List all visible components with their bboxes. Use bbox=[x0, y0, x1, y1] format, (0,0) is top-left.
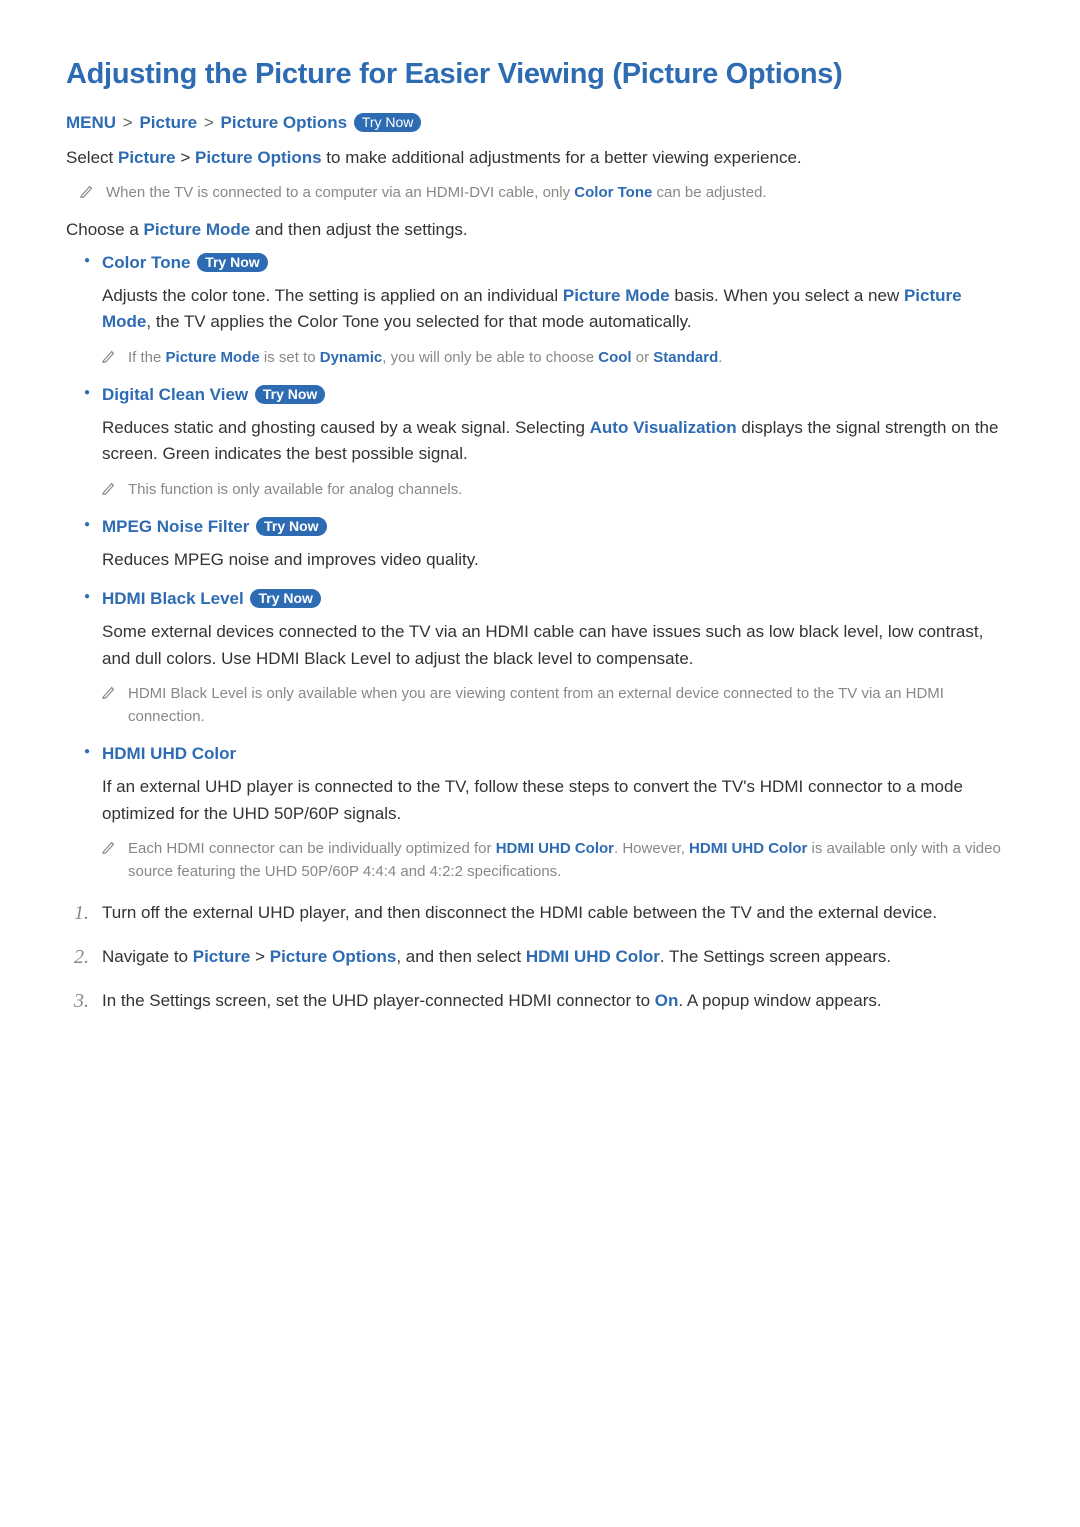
text: . The Settings screen appears. bbox=[660, 947, 891, 966]
text: Select bbox=[66, 148, 118, 167]
text: If the bbox=[128, 349, 166, 366]
text: . A popup window appears. bbox=[678, 991, 881, 1010]
text: Reduces static and ghosting caused by a … bbox=[102, 418, 590, 437]
breadcrumb: MENU > Picture > Picture Options Try Now bbox=[66, 113, 1014, 133]
text: In the Settings screen, set the UHD play… bbox=[102, 991, 655, 1010]
try-now-button[interactable]: Try Now bbox=[197, 253, 267, 272]
hl-color-tone: Color Tone bbox=[574, 184, 652, 201]
option-hdmi-black-level: HDMI Black Level Try Now Some external d… bbox=[66, 589, 1014, 728]
note-text: Each HDMI connector can be individually … bbox=[128, 837, 1014, 884]
hl-picture-mode: Picture Mode bbox=[563, 286, 670, 305]
note-icon bbox=[80, 184, 94, 203]
option-title: Color Tone Try Now bbox=[102, 253, 1014, 273]
options-list: Color Tone Try Now Adjusts the color ton… bbox=[66, 253, 1014, 884]
try-now-button[interactable]: Try Now bbox=[256, 517, 326, 536]
breadcrumb-separator: > bbox=[204, 113, 214, 132]
option-title-text: HDMI UHD Color bbox=[102, 744, 236, 763]
hl-dynamic: Dynamic bbox=[320, 349, 383, 366]
hl-picture: Picture bbox=[193, 947, 251, 966]
breadcrumb-picture: Picture bbox=[139, 113, 197, 132]
text: and then adjust the settings. bbox=[250, 220, 467, 239]
note-text: When the TV is connected to a computer v… bbox=[106, 181, 767, 204]
option-color-tone: Color Tone Try Now Adjusts the color ton… bbox=[66, 253, 1014, 369]
note: Each HDMI connector can be individually … bbox=[102, 837, 1014, 884]
page-title: Adjusting the Picture for Easier Viewing… bbox=[66, 58, 1014, 91]
text: basis. When you select a new bbox=[670, 286, 904, 305]
try-now-button[interactable]: Try Now bbox=[255, 385, 325, 404]
note-text: This function is only available for anal… bbox=[128, 478, 462, 501]
hl-hdmi-uhd-color: HDMI UHD Color bbox=[689, 840, 807, 857]
hl-hdmi-uhd-color: HDMI UHD Color bbox=[526, 947, 660, 966]
steps-list: Turn off the external UHD player, and th… bbox=[66, 900, 1014, 1015]
text: or bbox=[632, 349, 654, 366]
step-2: Navigate to Picture > Picture Options, a… bbox=[66, 944, 1014, 970]
hl-picture-mode: Picture Mode bbox=[144, 220, 251, 239]
hl-cool: Cool bbox=[598, 349, 631, 366]
breadcrumb-separator: > bbox=[123, 113, 133, 132]
hl-picture-options: Picture Options bbox=[270, 947, 397, 966]
note: When the TV is connected to a computer v… bbox=[80, 181, 1014, 204]
text: When the TV is connected to a computer v… bbox=[106, 184, 574, 201]
text: to make additional adjustments for a bet… bbox=[322, 148, 802, 167]
text: . bbox=[718, 349, 722, 366]
step-3: In the Settings screen, set the UHD play… bbox=[66, 988, 1014, 1014]
option-title-text: Color Tone bbox=[102, 253, 190, 272]
note-icon bbox=[102, 840, 116, 859]
option-body: Some external devices connected to the T… bbox=[102, 619, 1014, 672]
choose-paragraph: Choose a Picture Mode and then adjust th… bbox=[66, 217, 1014, 243]
step-1: Turn off the external UHD player, and th… bbox=[66, 900, 1014, 926]
text: can be adjusted. bbox=[652, 184, 766, 201]
option-mpeg-noise-filter: MPEG Noise Filter Try Now Reduces MPEG n… bbox=[66, 517, 1014, 573]
option-title-text: HDMI Black Level bbox=[102, 589, 244, 608]
option-title-text: Digital Clean View bbox=[102, 385, 248, 404]
hl-picture-mode: Picture Mode bbox=[166, 349, 260, 366]
text: , you will only be able to choose bbox=[382, 349, 598, 366]
option-title-text: MPEG Noise Filter bbox=[102, 517, 249, 536]
breadcrumb-menu: MENU bbox=[66, 113, 116, 132]
option-digital-clean-view: Digital Clean View Try Now Reduces stati… bbox=[66, 385, 1014, 501]
text: , and then select bbox=[396, 947, 525, 966]
option-body: If an external UHD player is connected t… bbox=[102, 774, 1014, 827]
text: . However, bbox=[614, 840, 689, 857]
option-title: HDMI Black Level Try Now bbox=[102, 589, 1014, 609]
hl-picture: Picture bbox=[118, 148, 176, 167]
option-title: Digital Clean View Try Now bbox=[102, 385, 1014, 405]
option-hdmi-uhd-color: HDMI UHD Color If an external UHD player… bbox=[66, 744, 1014, 883]
hl-standard: Standard bbox=[653, 349, 718, 366]
try-now-button[interactable]: Try Now bbox=[354, 113, 422, 132]
text: is set to bbox=[260, 349, 320, 366]
note: If the Picture Mode is set to Dynamic, y… bbox=[102, 346, 1014, 369]
intro-paragraph: Select Picture > Picture Options to make… bbox=[66, 145, 1014, 171]
text: > bbox=[250, 947, 269, 966]
text: > bbox=[176, 148, 195, 167]
note-icon bbox=[102, 349, 116, 368]
option-body: Reduces MPEG noise and improves video qu… bbox=[102, 547, 1014, 573]
note: This function is only available for anal… bbox=[102, 478, 1014, 501]
option-body: Reduces static and ghosting caused by a … bbox=[102, 415, 1014, 468]
text: , the TV applies the Color Tone you sele… bbox=[146, 312, 691, 331]
text: Each HDMI connector can be individually … bbox=[128, 840, 496, 857]
option-title: MPEG Noise Filter Try Now bbox=[102, 517, 1014, 537]
text: Choose a bbox=[66, 220, 144, 239]
hl-on: On bbox=[655, 991, 679, 1010]
note: HDMI Black Level is only available when … bbox=[102, 682, 1014, 729]
note-text: HDMI Black Level is only available when … bbox=[128, 682, 1014, 729]
option-title: HDMI UHD Color bbox=[102, 744, 1014, 764]
text: Navigate to bbox=[102, 947, 193, 966]
note-icon bbox=[102, 481, 116, 500]
text: Adjusts the color tone. The setting is a… bbox=[102, 286, 563, 305]
note-icon bbox=[102, 685, 116, 704]
breadcrumb-picture-options: Picture Options bbox=[221, 113, 348, 132]
try-now-button[interactable]: Try Now bbox=[250, 589, 320, 608]
hl-picture-options: Picture Options bbox=[195, 148, 322, 167]
option-body: Adjusts the color tone. The setting is a… bbox=[102, 283, 1014, 336]
hl-hdmi-uhd-color: HDMI UHD Color bbox=[496, 840, 614, 857]
hl-auto-visualization: Auto Visualization bbox=[590, 418, 737, 437]
note-text: If the Picture Mode is set to Dynamic, y… bbox=[128, 346, 722, 369]
